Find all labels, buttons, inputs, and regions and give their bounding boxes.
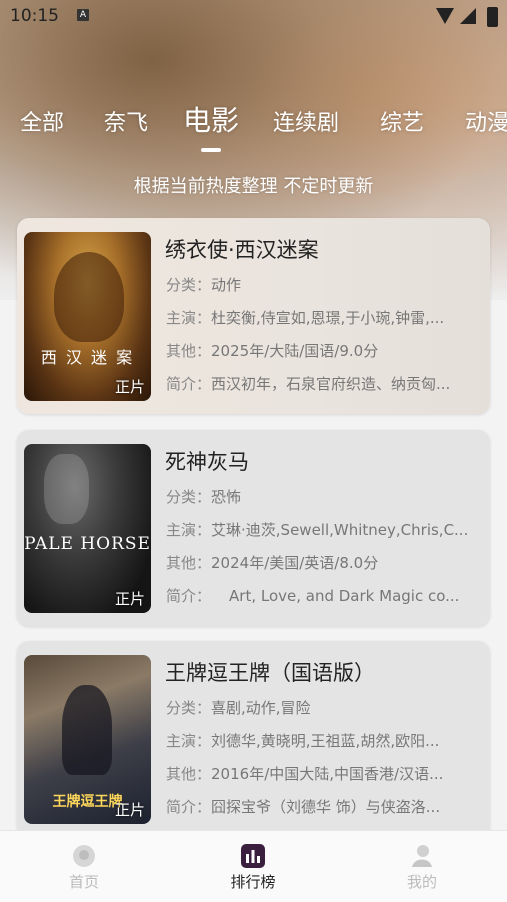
movie-intro: 简介：西汉初年，石泉官府织造、纳贡匈... <box>166 375 451 393</box>
movie-intro: 简介：囧探宝爷（刘德华 饰）与侠盗洛... <box>166 798 441 816</box>
wifi-icon <box>436 8 454 24</box>
movie-category: 分类：恐怖 <box>166 488 242 506</box>
movie-cast: 主演：刘德华,黄晓明,王祖蓝,胡然,欧阳... <box>166 732 440 750</box>
nav-profile[interactable]: 我的 <box>372 843 472 892</box>
notification-icon: A <box>77 9 89 21</box>
movie-other-info: 其他：2025年/大陆/国语/9.0分 <box>166 342 379 360</box>
movie-category: 分类：动作 <box>166 276 242 294</box>
nav-ranking[interactable]: 排行榜 <box>203 843 303 892</box>
movie-poster[interactable]: 王牌逗王牌 正片 <box>24 655 151 824</box>
ranking-icon <box>241 844 265 868</box>
profile-icon <box>412 845 432 867</box>
poster-title-art: PALE HORSE <box>24 534 151 554</box>
signal-icon <box>460 8 476 24</box>
movie-other-info: 其他：2024年/美国/英语/8.0分 <box>166 554 379 572</box>
home-icon <box>73 845 95 867</box>
full-movie-badge: 正片 <box>114 378 145 396</box>
movie-cast: 主演：杜奕衡,侍宣如,恩璟,于小琬,钟雷,... <box>166 309 445 327</box>
movie-card[interactable]: 王牌逗王牌 正片 王牌逗王牌（国语版） 分类：喜剧,动作,冒险 主演：刘德华,黄… <box>17 641 490 837</box>
bottom-navigation: 首页 排行榜 我的 <box>0 830 507 902</box>
list-subtitle: 根据当前热度整理 不定时更新 <box>133 176 374 197</box>
movie-cast: 主演：艾琳·迪茨,Sewell,Whitney,Chris,C... <box>166 521 469 539</box>
nav-home[interactable]: 首页 <box>34 843 134 892</box>
full-movie-badge: 正片 <box>114 801 145 819</box>
nav-home-label: 首页 <box>68 873 99 891</box>
full-movie-badge: 正片 <box>114 590 145 608</box>
movie-category: 分类：喜剧,动作,冒险 <box>166 699 311 717</box>
tab-movie[interactable]: 电影 <box>183 105 239 139</box>
active-tab-indicator <box>201 148 221 152</box>
nav-ranking-label: 排行榜 <box>230 873 276 891</box>
tab-all[interactable]: 全部 <box>20 105 64 137</box>
nav-profile-label: 我的 <box>406 873 437 891</box>
tab-series[interactable]: 连续剧 <box>273 105 339 137</box>
movie-poster[interactable]: 西 汉 迷 案 正片 <box>24 232 151 401</box>
status-time: 10:15 <box>10 6 59 26</box>
movie-title: 王牌逗王牌（国语版） <box>165 661 375 685</box>
tab-anime[interactable]: 动漫 <box>465 105 507 137</box>
status-bar: 10:15 A <box>0 0 507 34</box>
movie-other-info: 其他：2016年/中国大陆,中国香港/汉语... <box>166 765 444 783</box>
battery-icon <box>487 7 498 27</box>
poster-title-art: 西 汉 迷 案 <box>40 348 135 367</box>
category-tabs: 全部 奈飞 电影 连续剧 综艺 动漫 <box>0 105 507 149</box>
tab-netflix[interactable]: 奈飞 <box>104 105 148 137</box>
movie-card[interactable]: PALE HORSE 正片 死神灰马 分类：恐怖 主演：艾琳·迪茨,Sewell… <box>17 430 490 626</box>
tab-variety[interactable]: 综艺 <box>380 105 424 137</box>
movie-title: 绣衣使·西汉迷案 <box>165 238 319 262</box>
movie-title: 死神灰马 <box>165 450 249 474</box>
movie-intro: 简介： Art, Love, and Dark Magic co... <box>166 587 460 605</box>
movie-poster[interactable]: PALE HORSE 正片 <box>24 444 151 613</box>
movie-card[interactable]: 西 汉 迷 案 正片 绣衣使·西汉迷案 分类：动作 主演：杜奕衡,侍宣如,恩璟,… <box>17 218 490 414</box>
